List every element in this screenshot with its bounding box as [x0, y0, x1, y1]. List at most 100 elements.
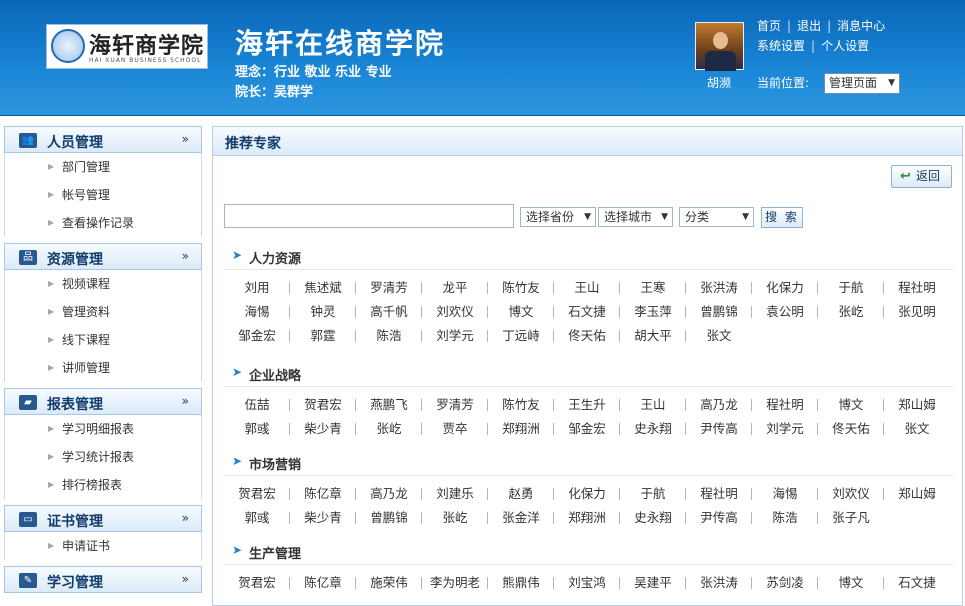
- expert-name-link[interactable]: 张子凡: [818, 506, 884, 530]
- personal-settings-link[interactable]: 个人设置: [821, 39, 869, 53]
- sidebar-item[interactable]: ▶ 帐号管理: [5, 181, 201, 209]
- expert-name-link[interactable]: 张文: [686, 324, 752, 348]
- expert-name-link[interactable]: 胡大平: [620, 324, 686, 348]
- expert-name-link[interactable]: 刘欢仪: [818, 482, 884, 506]
- expert-name-link[interactable]: 郭彧: [224, 506, 290, 530]
- back-button[interactable]: ↩ 返回: [891, 165, 952, 188]
- expert-name-link[interactable]: 陈竹友: [488, 393, 554, 417]
- expert-name-link[interactable]: 张屹: [422, 506, 488, 530]
- expert-name-link[interactable]: 罗清芳: [422, 393, 488, 417]
- expert-name-link[interactable]: 郭彧: [224, 417, 290, 441]
- expert-name-link[interactable]: 刘学元: [752, 417, 818, 441]
- expert-name-link[interactable]: 尹传高: [686, 506, 752, 530]
- expert-name-link[interactable]: 石文捷: [554, 300, 620, 324]
- expert-name-link[interactable]: 伍喆: [224, 393, 290, 417]
- expert-name-link[interactable]: 罗清芳: [356, 276, 422, 300]
- expert-name-link[interactable]: 郑翔洲: [554, 506, 620, 530]
- expert-name-link[interactable]: 王山: [554, 276, 620, 300]
- expert-name-link[interactable]: 化保力: [554, 482, 620, 506]
- expert-name-link[interactable]: 贺君宏: [224, 571, 290, 595]
- expert-name-link[interactable]: 陈亿章: [290, 482, 356, 506]
- expert-name-link[interactable]: 曾鹏锦: [356, 506, 422, 530]
- expert-name-link[interactable]: 于航: [818, 276, 884, 300]
- school-logo[interactable]: 海轩商学院 HAI XUAN BUSINESS SCHOOL: [46, 24, 208, 69]
- expert-name-link[interactable]: 李玉萍: [620, 300, 686, 324]
- category-select[interactable]: 分类 ▼: [679, 207, 754, 227]
- expert-name-link[interactable]: 张金洋: [488, 506, 554, 530]
- expert-name-link[interactable]: 陈浩: [356, 324, 422, 348]
- expert-name-link[interactable]: 史永翔: [620, 506, 686, 530]
- expert-name-link[interactable]: 海惕: [752, 482, 818, 506]
- expert-name-link[interactable]: 袁公明: [752, 300, 818, 324]
- expert-name-link[interactable]: 史永翔: [620, 417, 686, 441]
- sidebar-section-header[interactable]: ▭ 证书管理 »: [4, 505, 202, 532]
- sidebar-item[interactable]: ▶ 排行榜报表: [5, 471, 201, 499]
- sidebar-section-header[interactable]: 品资源管理 »: [4, 243, 202, 270]
- expand-toggle-icon[interactable]: »: [182, 572, 189, 586]
- expert-name-link[interactable]: 苏剑凌: [752, 571, 818, 595]
- expert-name-link[interactable]: 刘建乐: [422, 482, 488, 506]
- expert-name-link[interactable]: 张屹: [356, 417, 422, 441]
- sidebar-section-header[interactable]: ▰ 报表管理 »: [4, 388, 202, 415]
- expert-name-link[interactable]: 邹金宏: [224, 324, 290, 348]
- expert-name-link[interactable]: 郭霆: [290, 324, 356, 348]
- expert-name-link[interactable]: 高千帆: [356, 300, 422, 324]
- expert-name-link[interactable]: 燕鹏飞: [356, 393, 422, 417]
- expert-name-link[interactable]: 高乃龙: [686, 393, 752, 417]
- expert-name-link[interactable]: 柴少青: [290, 417, 356, 441]
- expert-name-link[interactable]: 郑翔洲: [488, 417, 554, 441]
- sidebar-item[interactable]: ▶ 学习明细报表: [5, 415, 201, 443]
- expert-name-link[interactable]: 陈亿章: [290, 571, 356, 595]
- expert-name-link[interactable]: 丁远峙: [488, 324, 554, 348]
- expert-name-link[interactable]: 程社明: [884, 276, 950, 300]
- expand-toggle-icon[interactable]: »: [182, 249, 189, 263]
- expert-name-link[interactable]: 刘宝鸿: [554, 571, 620, 595]
- expand-toggle-icon[interactable]: »: [182, 394, 189, 408]
- expert-name-link[interactable]: 博文: [818, 571, 884, 595]
- expert-name-link[interactable]: 龙平: [422, 276, 488, 300]
- expert-name-link[interactable]: 程社明: [752, 393, 818, 417]
- expert-name-link[interactable]: 于航: [620, 482, 686, 506]
- expert-name-link[interactable]: 陈竹友: [488, 276, 554, 300]
- expert-name-link[interactable]: 海惕: [224, 300, 290, 324]
- expert-name-link[interactable]: 高乃龙: [356, 482, 422, 506]
- sidebar-item[interactable]: ▶ 查看操作记录: [5, 209, 201, 237]
- logout-link[interactable]: 退出: [797, 19, 821, 33]
- expert-name-link[interactable]: 佟天佑: [554, 324, 620, 348]
- expert-name-link[interactable]: 钟灵: [290, 300, 356, 324]
- sidebar-section-header[interactable]: ✎ 学习管理 »: [4, 566, 202, 593]
- expert-name-link[interactable]: 焦述斌: [290, 276, 356, 300]
- expert-name-link[interactable]: 柴少青: [290, 506, 356, 530]
- message-center-link[interactable]: 消息中心: [837, 19, 885, 33]
- sidebar-item[interactable]: ▶ 管理资料: [5, 298, 201, 326]
- expert-name-link[interactable]: 施荣伟: [356, 571, 422, 595]
- expert-name-link[interactable]: 张洪涛: [686, 276, 752, 300]
- sidebar-item[interactable]: ▶ 学习统计报表: [5, 443, 201, 471]
- expert-name-link[interactable]: 郑山姆: [884, 393, 950, 417]
- expert-name-link[interactable]: 刘学元: [422, 324, 488, 348]
- expert-name-link[interactable]: 石文捷: [884, 571, 950, 595]
- sidebar-item[interactable]: ▶ 申请证书: [5, 532, 201, 560]
- sidebar-item[interactable]: ▶ 线下课程: [5, 326, 201, 354]
- expert-name-link[interactable]: 李为明老: [422, 571, 488, 595]
- expert-name-link[interactable]: 博文: [488, 300, 554, 324]
- expert-name-link[interactable]: 张文: [884, 417, 950, 441]
- search-input[interactable]: [224, 204, 514, 228]
- sidebar-item[interactable]: ▶ 视频课程: [5, 270, 201, 298]
- avatar[interactable]: [695, 22, 744, 71]
- expert-name-link[interactable]: 邹金宏: [554, 417, 620, 441]
- expert-name-link[interactable]: 张见明: [884, 300, 950, 324]
- sidebar-item[interactable]: ▶ 讲师管理: [5, 354, 201, 382]
- expert-name-link[interactable]: 熊鼎伟: [488, 571, 554, 595]
- expert-name-link[interactable]: 程社明: [686, 482, 752, 506]
- expand-toggle-icon[interactable]: »: [182, 511, 189, 525]
- sidebar-item[interactable]: ▶ 部门管理: [5, 153, 201, 181]
- expert-name-link[interactable]: 赵勇: [488, 482, 554, 506]
- expert-name-link[interactable]: 贾卒: [422, 417, 488, 441]
- expert-name-link[interactable]: 陈浩: [752, 506, 818, 530]
- expert-name-link[interactable]: 佟天佑: [818, 417, 884, 441]
- expert-name-link[interactable]: 尹传高: [686, 417, 752, 441]
- expert-name-link[interactable]: 吴建平: [620, 571, 686, 595]
- city-select[interactable]: 选择城市 ▼: [598, 207, 673, 227]
- expert-name-link[interactable]: 化保力: [752, 276, 818, 300]
